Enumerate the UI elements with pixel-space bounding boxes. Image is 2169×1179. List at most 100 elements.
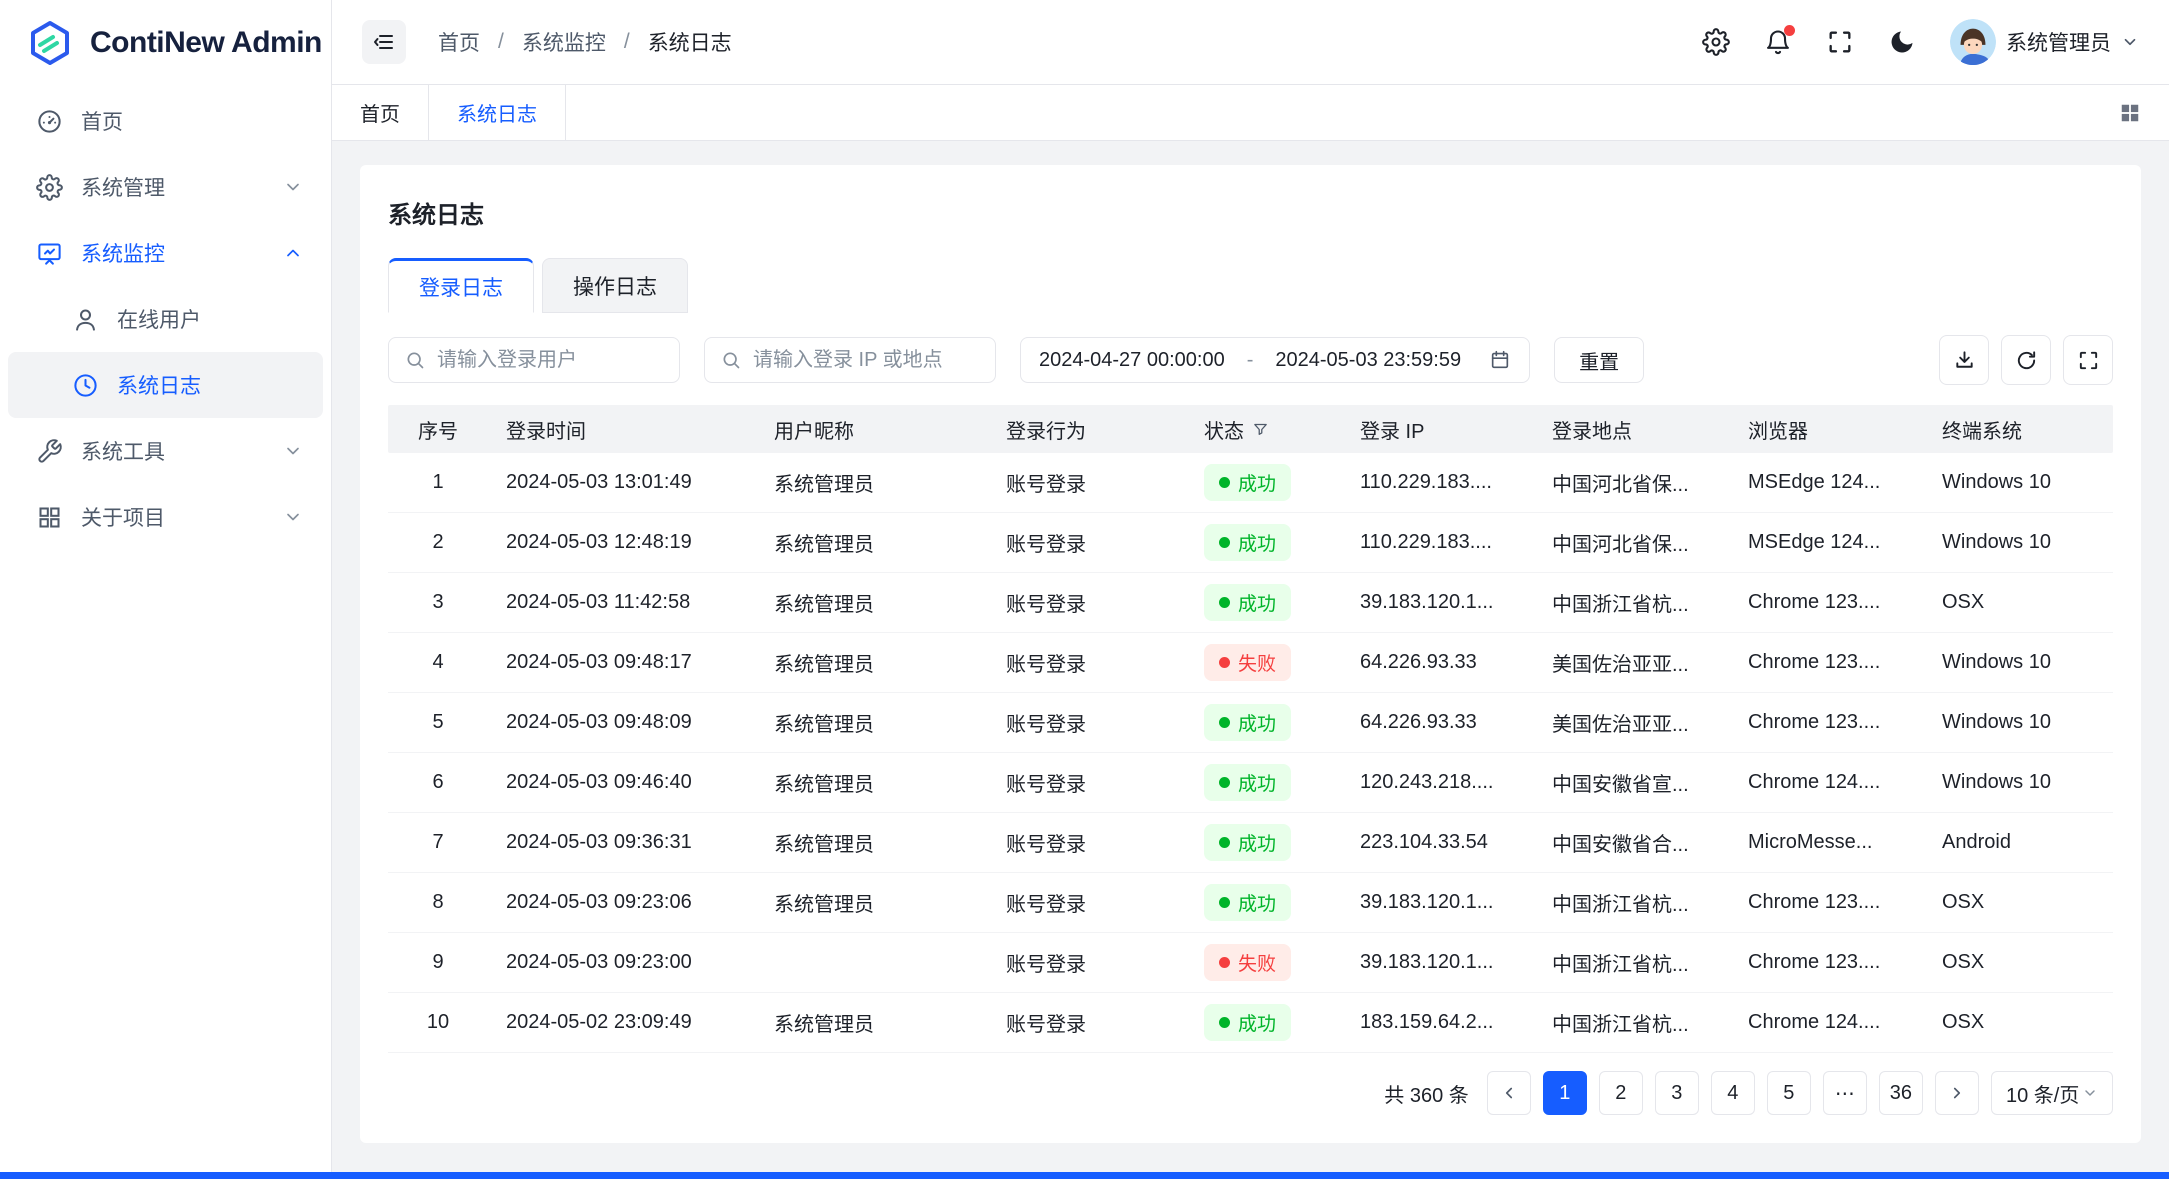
cell-os: Windows 10 — [1924, 531, 2113, 554]
cell-status: 成功 — [1186, 884, 1342, 921]
cell-browser: Chrome 124.... — [1730, 771, 1924, 794]
tab-home[interactable]: 首页 — [332, 85, 429, 140]
login-ip-search — [704, 337, 996, 383]
date-end: 2024-05-03 23:59:59 — [1275, 349, 1461, 372]
dark-mode-button[interactable] — [1888, 28, 1916, 56]
cell-nickname: 系统管理员 — [756, 828, 988, 857]
breadcrumb-home[interactable]: 首页 — [438, 27, 480, 57]
status-dot-icon — [1219, 717, 1230, 728]
cell-location: 美国佐治亚亚... — [1534, 648, 1730, 677]
sidebar-item-system-management[interactable]: 系统管理 — [8, 154, 323, 220]
sidebar-item-system-tools[interactable]: 系统工具 — [8, 418, 323, 484]
cell-browser: MSEdge 124... — [1730, 471, 1924, 494]
filter-icon[interactable] — [1252, 421, 1269, 438]
main-area: 首页 / 系统监控 / 系统日志 — [332, 0, 2169, 1179]
notification-badge — [1784, 25, 1795, 36]
breadcrumb-system-monitor[interactable]: 系统监控 — [522, 27, 606, 57]
cell-browser: Chrome 123.... — [1730, 591, 1924, 614]
refresh-button[interactable] — [2001, 335, 2051, 385]
cell-login-ip: 120.243.218.... — [1342, 771, 1534, 794]
notifications-button[interactable] — [1764, 28, 1792, 56]
app-logo[interactable]: ContiNew Admin — [0, 0, 331, 85]
status-badge: 成功 — [1204, 1004, 1291, 1041]
gear-icon — [36, 174, 63, 201]
col-header-browser: 浏览器 — [1730, 415, 1924, 444]
cell-login-ip: 39.183.120.1... — [1342, 591, 1534, 614]
sidebar-item-about-project[interactable]: 关于项目 — [8, 484, 323, 550]
page-button[interactable]: 4 — [1711, 1071, 1755, 1115]
tab-system-log[interactable]: 系统日志 — [429, 85, 566, 140]
tab-operation-log[interactable]: 操作日志 — [542, 258, 688, 313]
breadcrumb-separator: / — [498, 30, 504, 54]
cell-login-ip: 110.229.183.... — [1342, 471, 1534, 494]
table-row: 4 2024-05-03 09:48:17 系统管理员 账号登录 失败 64.2… — [388, 633, 2113, 693]
page-button[interactable]: 2 — [1599, 1071, 1643, 1115]
col-header-status-label: 状态 — [1204, 415, 1244, 444]
chevron-right-icon — [1948, 1084, 1966, 1102]
date-range-picker[interactable]: 2024-04-27 00:00:00 - 2024-05-03 23:59:5… — [1020, 337, 1530, 383]
sidebar-item-label: 系统工具 — [81, 436, 265, 466]
cell-status: 成功 — [1186, 584, 1342, 621]
page-button[interactable]: 1 — [1543, 1071, 1587, 1115]
status-dot-icon — [1219, 897, 1230, 908]
cell-no: 9 — [388, 951, 488, 974]
user-menu[interactable]: 系统管理员 — [1950, 19, 2139, 65]
cell-behavior: 账号登录 — [988, 828, 1186, 857]
login-user-input[interactable] — [437, 349, 663, 372]
col-header-ip: 登录 IP — [1342, 415, 1534, 444]
table-fullscreen-button[interactable] — [2063, 335, 2113, 385]
tab-list-icon[interactable] — [2119, 102, 2141, 124]
open-tabs-bar: 首页 系统日志 — [332, 85, 2169, 141]
content-area: 系统日志 登录日志 操作日志 2024-04-27 00:00: — [332, 141, 2169, 1179]
search-icon — [721, 350, 741, 370]
page-button[interactable]: 5 — [1767, 1071, 1811, 1115]
col-header-behavior: 登录行为 — [988, 415, 1186, 444]
table-body: 1 2024-05-03 13:01:49 系统管理员 账号登录 成功 110.… — [388, 453, 2113, 1053]
login-ip-input[interactable] — [753, 349, 979, 372]
sidebar-item-system-log[interactable]: 系统日志 — [8, 352, 323, 418]
status-badge: 失败 — [1204, 944, 1291, 981]
filter-toolbar: 2024-04-27 00:00:00 - 2024-05-03 23:59:5… — [388, 335, 2113, 385]
page-button[interactable]: 36 — [1879, 1071, 1923, 1115]
chevron-down-icon — [2082, 1085, 2098, 1101]
col-header-status: 状态 — [1186, 415, 1342, 444]
avatar — [1950, 19, 1996, 65]
sidebar-item-online-users[interactable]: 在线用户 — [8, 286, 323, 352]
settings-button[interactable] — [1702, 28, 1730, 56]
sidebar-item-label: 关于项目 — [81, 502, 265, 532]
header-actions: 系统管理员 — [1702, 19, 2139, 65]
prev-page-button[interactable] — [1487, 1071, 1531, 1115]
cell-location: 中国浙江省杭... — [1534, 888, 1730, 917]
cell-no: 10 — [388, 1011, 488, 1034]
pagination: 共 360 条 12345⋯36 10 条/页 — [388, 1071, 2113, 1115]
status-label: 成功 — [1238, 589, 1276, 616]
cell-behavior: 账号登录 — [988, 528, 1186, 557]
cell-status: 失败 — [1186, 644, 1342, 681]
search-icon — [405, 350, 425, 370]
cell-browser: Chrome 123.... — [1730, 951, 1924, 974]
sidebar-item-home[interactable]: 首页 — [8, 88, 323, 154]
next-page-button[interactable] — [1935, 1071, 1979, 1115]
system-log-card: 系统日志 登录日志 操作日志 2024-04-27 00:00: — [360, 165, 2141, 1143]
sidebar-collapse-button[interactable] — [362, 20, 406, 64]
cell-login-time: 2024-05-03 11:42:58 — [488, 591, 756, 614]
page-size-select[interactable]: 10 条/页 — [1991, 1071, 2113, 1115]
app-title: ContiNew Admin — [90, 26, 322, 60]
page-size-value: 10 条/页 — [2006, 1079, 2079, 1108]
date-separator: - — [1247, 349, 1254, 372]
cell-os: OSX — [1924, 951, 2113, 974]
page-button[interactable]: 3 — [1655, 1071, 1699, 1115]
sidebar-item-label: 在线用户 — [117, 304, 303, 334]
table-row: 1 2024-05-03 13:01:49 系统管理员 账号登录 成功 110.… — [388, 453, 2113, 513]
app-root: ContiNew Admin 首页 系统管理 系统监控 — [0, 0, 2169, 1179]
sidebar-item-system-monitor[interactable]: 系统监控 — [8, 220, 323, 286]
status-label: 成功 — [1238, 469, 1276, 496]
status-dot-icon — [1219, 537, 1230, 548]
fullscreen-button[interactable] — [1826, 28, 1854, 56]
page-ellipsis-button[interactable]: ⋯ — [1823, 1071, 1867, 1115]
cell-os: Windows 10 — [1924, 771, 2113, 794]
reset-button[interactable]: 重置 — [1554, 337, 1644, 383]
cell-behavior: 账号登录 — [988, 708, 1186, 737]
download-button[interactable] — [1939, 335, 1989, 385]
tab-login-log[interactable]: 登录日志 — [388, 258, 534, 313]
